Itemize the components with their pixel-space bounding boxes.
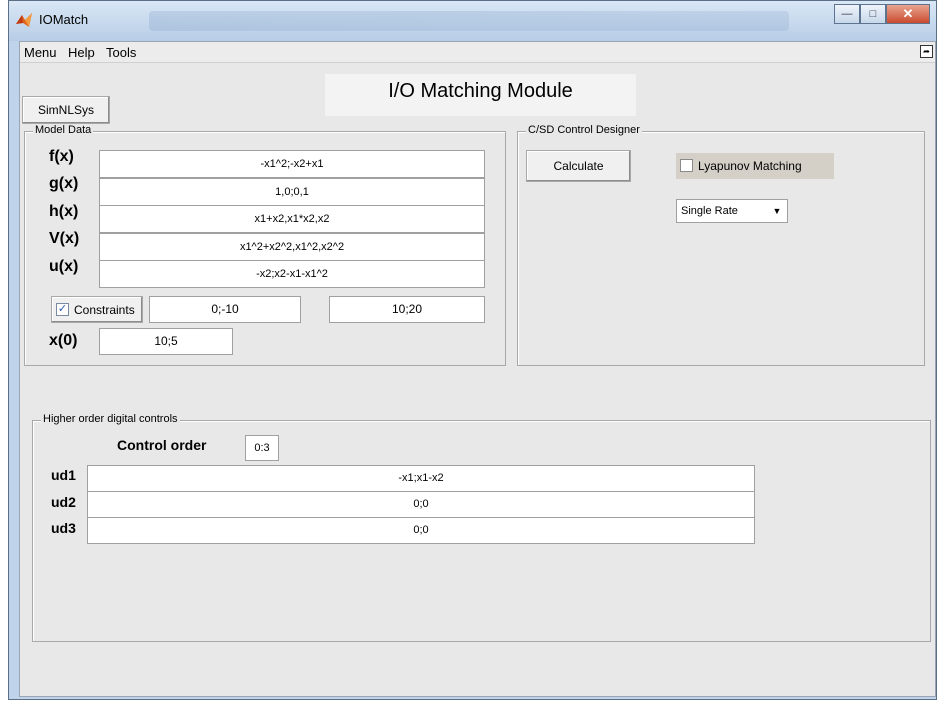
csd-control-designer-panel: C/SD Control Designer Calculate Lyapunov… (517, 124, 925, 366)
higher-order-title: Higher order digital controls (41, 413, 180, 425)
gx-input[interactable]: 1,0;0,1 (99, 178, 485, 206)
vx-input[interactable]: x1^2+x2^2,x1^2,x2^2 (99, 233, 485, 261)
chevron-down-icon: ▼ (772, 206, 782, 216)
rate-dropdown[interactable]: Single Rate ▼ (676, 199, 788, 223)
menu-bar: Menu Help Tools ➦ (20, 42, 935, 63)
title-bar[interactable]: IOMatch — □ ✕ (9, 1, 936, 41)
control-order-input[interactable]: 0:3 (245, 435, 279, 461)
maximize-button[interactable]: □ (860, 4, 886, 24)
app-window: IOMatch — □ ✕ Menu Help Tools ➦ I/O Matc… (8, 0, 937, 700)
control-order-label: Control order (117, 437, 207, 453)
constraints-upper-input[interactable]: 10;20 (329, 296, 485, 323)
gx-label: g(x) (49, 175, 79, 192)
menu-item-menu[interactable]: Menu (24, 45, 57, 60)
menu-item-tools[interactable]: Tools (106, 45, 136, 60)
vx-label: V(x) (49, 230, 80, 247)
lyapunov-matching-toggle[interactable]: Lyapunov Matching (676, 153, 834, 179)
ux-label: u(x) (49, 258, 79, 275)
lyapunov-label: Lyapunov Matching (698, 159, 802, 173)
x0-label: x(0) (49, 332, 78, 349)
close-button[interactable]: ✕ (886, 4, 930, 24)
ud2-input[interactable]: 0;0 (87, 491, 755, 518)
constraints-checkbox[interactable]: ✓ (56, 303, 69, 316)
lyapunov-checkbox[interactable] (680, 159, 693, 172)
window-controls: — □ ✕ (834, 4, 930, 26)
csd-title: C/SD Control Designer (526, 124, 642, 136)
close-icon: ✕ (902, 6, 914, 21)
maximize-icon: □ (869, 8, 877, 20)
constraints-toggle[interactable]: ✓ Constraints (51, 296, 143, 323)
ux-input[interactable]: -x2;x2-x1-x1^2 (99, 260, 485, 288)
constraints-lower-input[interactable]: 0;-10 (149, 296, 301, 323)
ud1-input[interactable]: -x1;x1-x2 (87, 465, 755, 492)
dock-arrow-icon[interactable]: ➦ (920, 45, 933, 58)
constraints-label: Constraints (74, 303, 135, 317)
menu-item-help[interactable]: Help (68, 45, 95, 60)
minimize-button[interactable]: — (834, 4, 860, 24)
fx-input[interactable]: -x1^2;-x2+x1 (99, 150, 485, 178)
window-title: IOMatch (39, 12, 89, 27)
simnlsys-button[interactable]: SimNLSys (22, 96, 110, 124)
ud3-label: ud3 (51, 520, 76, 536)
minimize-icon: — (841, 8, 853, 20)
fx-label: f(x) (49, 148, 74, 165)
higher-order-controls-panel: Higher order digital controls Control or… (32, 413, 931, 642)
ud3-input[interactable]: 0;0 (87, 517, 755, 544)
model-data-title: Model Data (33, 124, 94, 136)
title-bar-background (149, 11, 789, 31)
hx-input[interactable]: x1+x2,x1*x2,x2 (99, 205, 485, 233)
x0-input[interactable]: 10;5 (99, 328, 233, 355)
ud2-label: ud2 (51, 494, 76, 510)
ud1-label: ud1 (51, 467, 76, 483)
figure-client-area: Menu Help Tools ➦ I/O Matching Module Si… (19, 41, 936, 697)
rate-dropdown-value: Single Rate (681, 205, 738, 217)
calculate-button[interactable]: Calculate (526, 150, 631, 182)
model-data-panel: Model Data f(x) -x1^2;-x2+x1 g(x) 1,0;0,… (24, 124, 506, 366)
hx-label: h(x) (49, 203, 79, 220)
page-title: I/O Matching Module (325, 74, 636, 116)
matlab-logo-icon (16, 13, 32, 27)
